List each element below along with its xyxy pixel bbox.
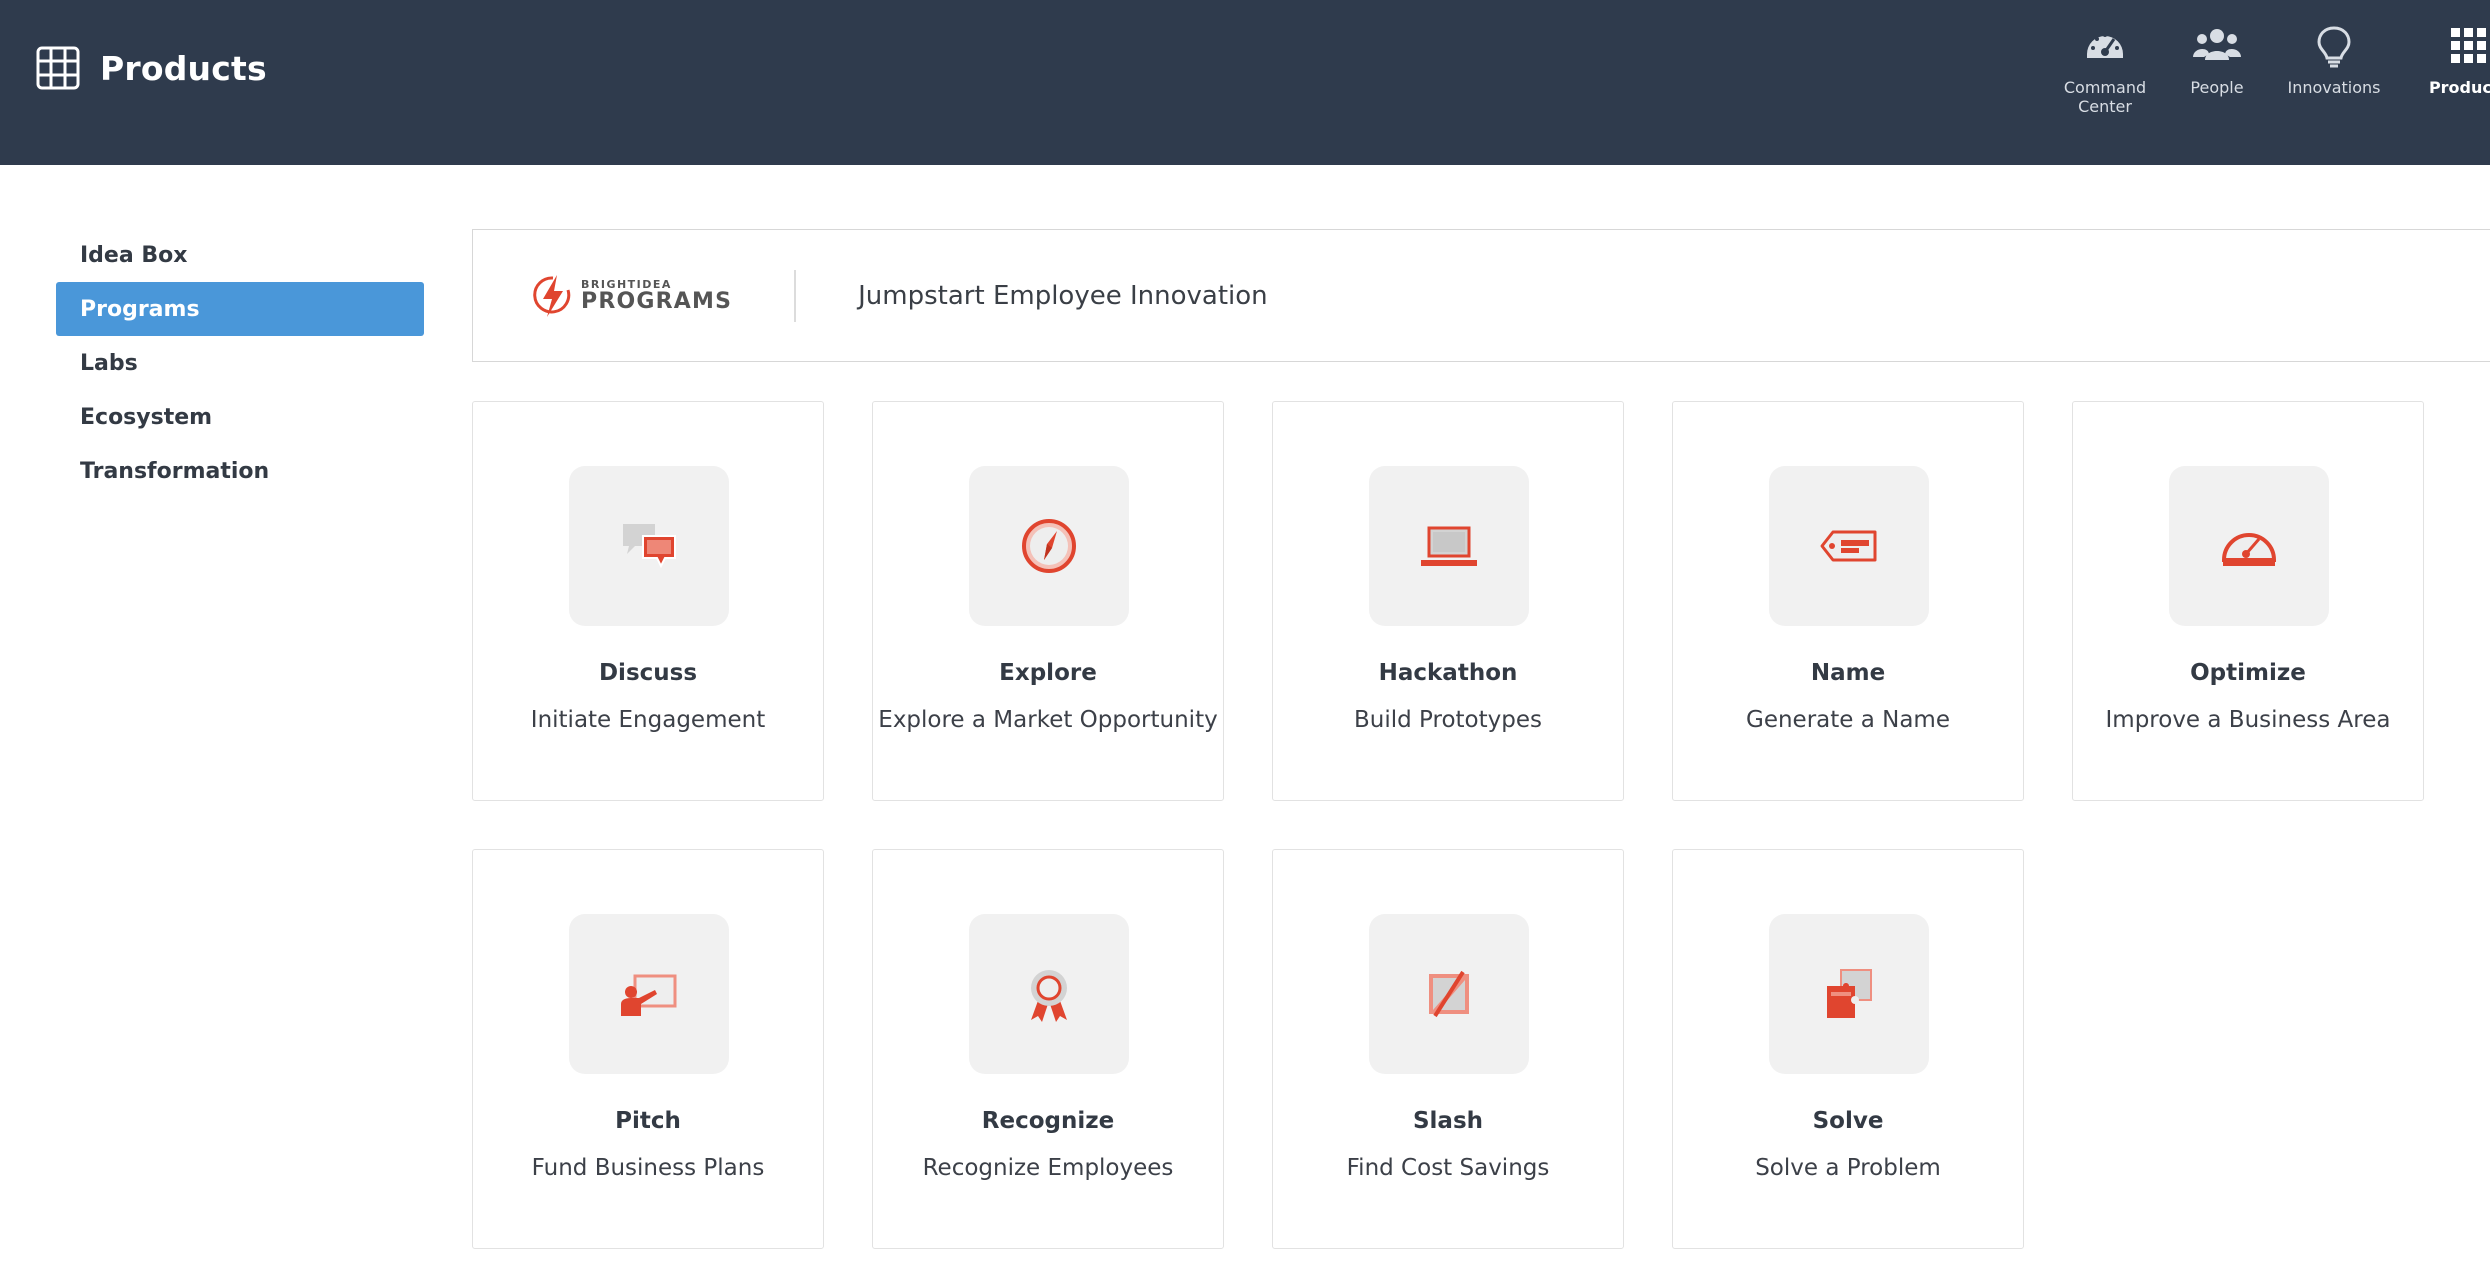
top-navigation-bar: Products Command Center People Innovatio… [0, 0, 2490, 165]
sidebar-item-labs[interactable]: Labs [56, 336, 424, 390]
program-card-slash[interactable]: Slash Find Cost Savings [1272, 849, 1624, 1249]
program-title: Pitch [615, 1108, 681, 1134]
program-subtitle: Improve a Business Area [2105, 707, 2391, 733]
nav-label: Innovations [2287, 78, 2381, 97]
gauge-icon [2221, 533, 2277, 566]
sidebar-item-idea-box[interactable]: Idea Box [56, 228, 424, 282]
sidebar-item-ecosystem[interactable]: Ecosystem [56, 390, 424, 444]
program-subtitle: Recognize Employees [922, 1155, 1174, 1181]
sidebar: Idea Box Programs Labs Ecosystem Transfo… [56, 228, 424, 498]
program-title: Hackathon [1378, 660, 1518, 686]
program-card-optimize[interactable]: Optimize Improve a Business Area [2072, 401, 2424, 801]
program-subtitle: Fund Business Plans [531, 1155, 765, 1181]
nav-command-center[interactable]: Command Center [2040, 24, 2170, 116]
apps-grid-icon [2451, 28, 2486, 63]
program-title: Slash [1412, 1108, 1484, 1134]
grid-icon [36, 46, 80, 90]
people-icon [2193, 29, 2241, 60]
sidebar-item-programs[interactable]: Programs [56, 282, 424, 336]
program-title: Optimize [2190, 660, 2306, 686]
banner-tagline: Jumpstart Employee Innovation [858, 280, 1268, 311]
award-ribbon-icon [1031, 970, 1067, 1022]
nav-label: Center [2078, 97, 2132, 116]
program-title: Discuss [598, 660, 698, 686]
page-title: Products [100, 48, 267, 88]
puzzle-icon [1827, 969, 1872, 1018]
program-subtitle: Initiate Engagement [530, 707, 766, 733]
laptop-icon [1421, 526, 1477, 566]
program-title: Recognize [981, 1108, 1115, 1134]
sidebar-item-transformation[interactable]: Transformation [56, 444, 424, 498]
nav-innovations[interactable]: Innovations [2269, 24, 2399, 97]
program-subtitle: Build Prototypes [1354, 707, 1542, 733]
tag-icon [1820, 530, 1877, 562]
program-card-hackathon[interactable]: Hackathon Build Prototypes [1272, 401, 1624, 801]
logo-wordmark: PROGRAMS [581, 289, 733, 314]
lightbulb-icon [2317, 26, 2351, 68]
program-subtitle: Generate a Name [1746, 707, 1950, 733]
program-title: Explore [999, 660, 1097, 686]
compass-icon [1022, 519, 1076, 573]
program-title: Name [1810, 660, 1886, 686]
program-card-recognize[interactable]: Recognize Recognize Employees [872, 849, 1224, 1249]
brightidea-programs-logo: BRIGHTIDEA PROGRAMS [533, 272, 732, 320]
program-title: Solve [1812, 1108, 1884, 1134]
program-subtitle: Explore a Market Opportunity [878, 707, 1218, 733]
chat-bubbles-icon [623, 524, 676, 569]
presenter-icon [621, 974, 677, 1016]
banner-divider [794, 269, 797, 322]
slash-icon [1429, 970, 1469, 1018]
program-card-name[interactable]: Name Generate a Name [1672, 401, 2024, 801]
program-card-pitch[interactable]: Pitch Fund Business Plans [472, 849, 824, 1249]
program-subtitle: Find Cost Savings [1346, 1155, 1550, 1181]
program-card-discuss[interactable]: Discuss Initiate Engagement [472, 401, 824, 801]
program-card-solve[interactable]: Solve Solve a Problem [1672, 849, 2024, 1249]
program-subtitle: Solve a Problem [1755, 1155, 1941, 1181]
nav-people[interactable]: People [2152, 24, 2282, 97]
programs-banner: BRIGHTIDEA PROGRAMS Jumpstart Employee I… [472, 229, 2490, 362]
nav-products[interactable]: Products [2404, 24, 2490, 97]
nav-label: Products [2428, 78, 2490, 97]
gauge-icon [2087, 33, 2123, 58]
nav-label: People [2190, 78, 2244, 97]
nav-label: Command [2063, 78, 2147, 97]
program-card-explore[interactable]: Explore Explore a Market Opportunity [872, 401, 1224, 801]
page-header: Products [36, 46, 267, 90]
lightning-logo-icon [533, 274, 571, 317]
